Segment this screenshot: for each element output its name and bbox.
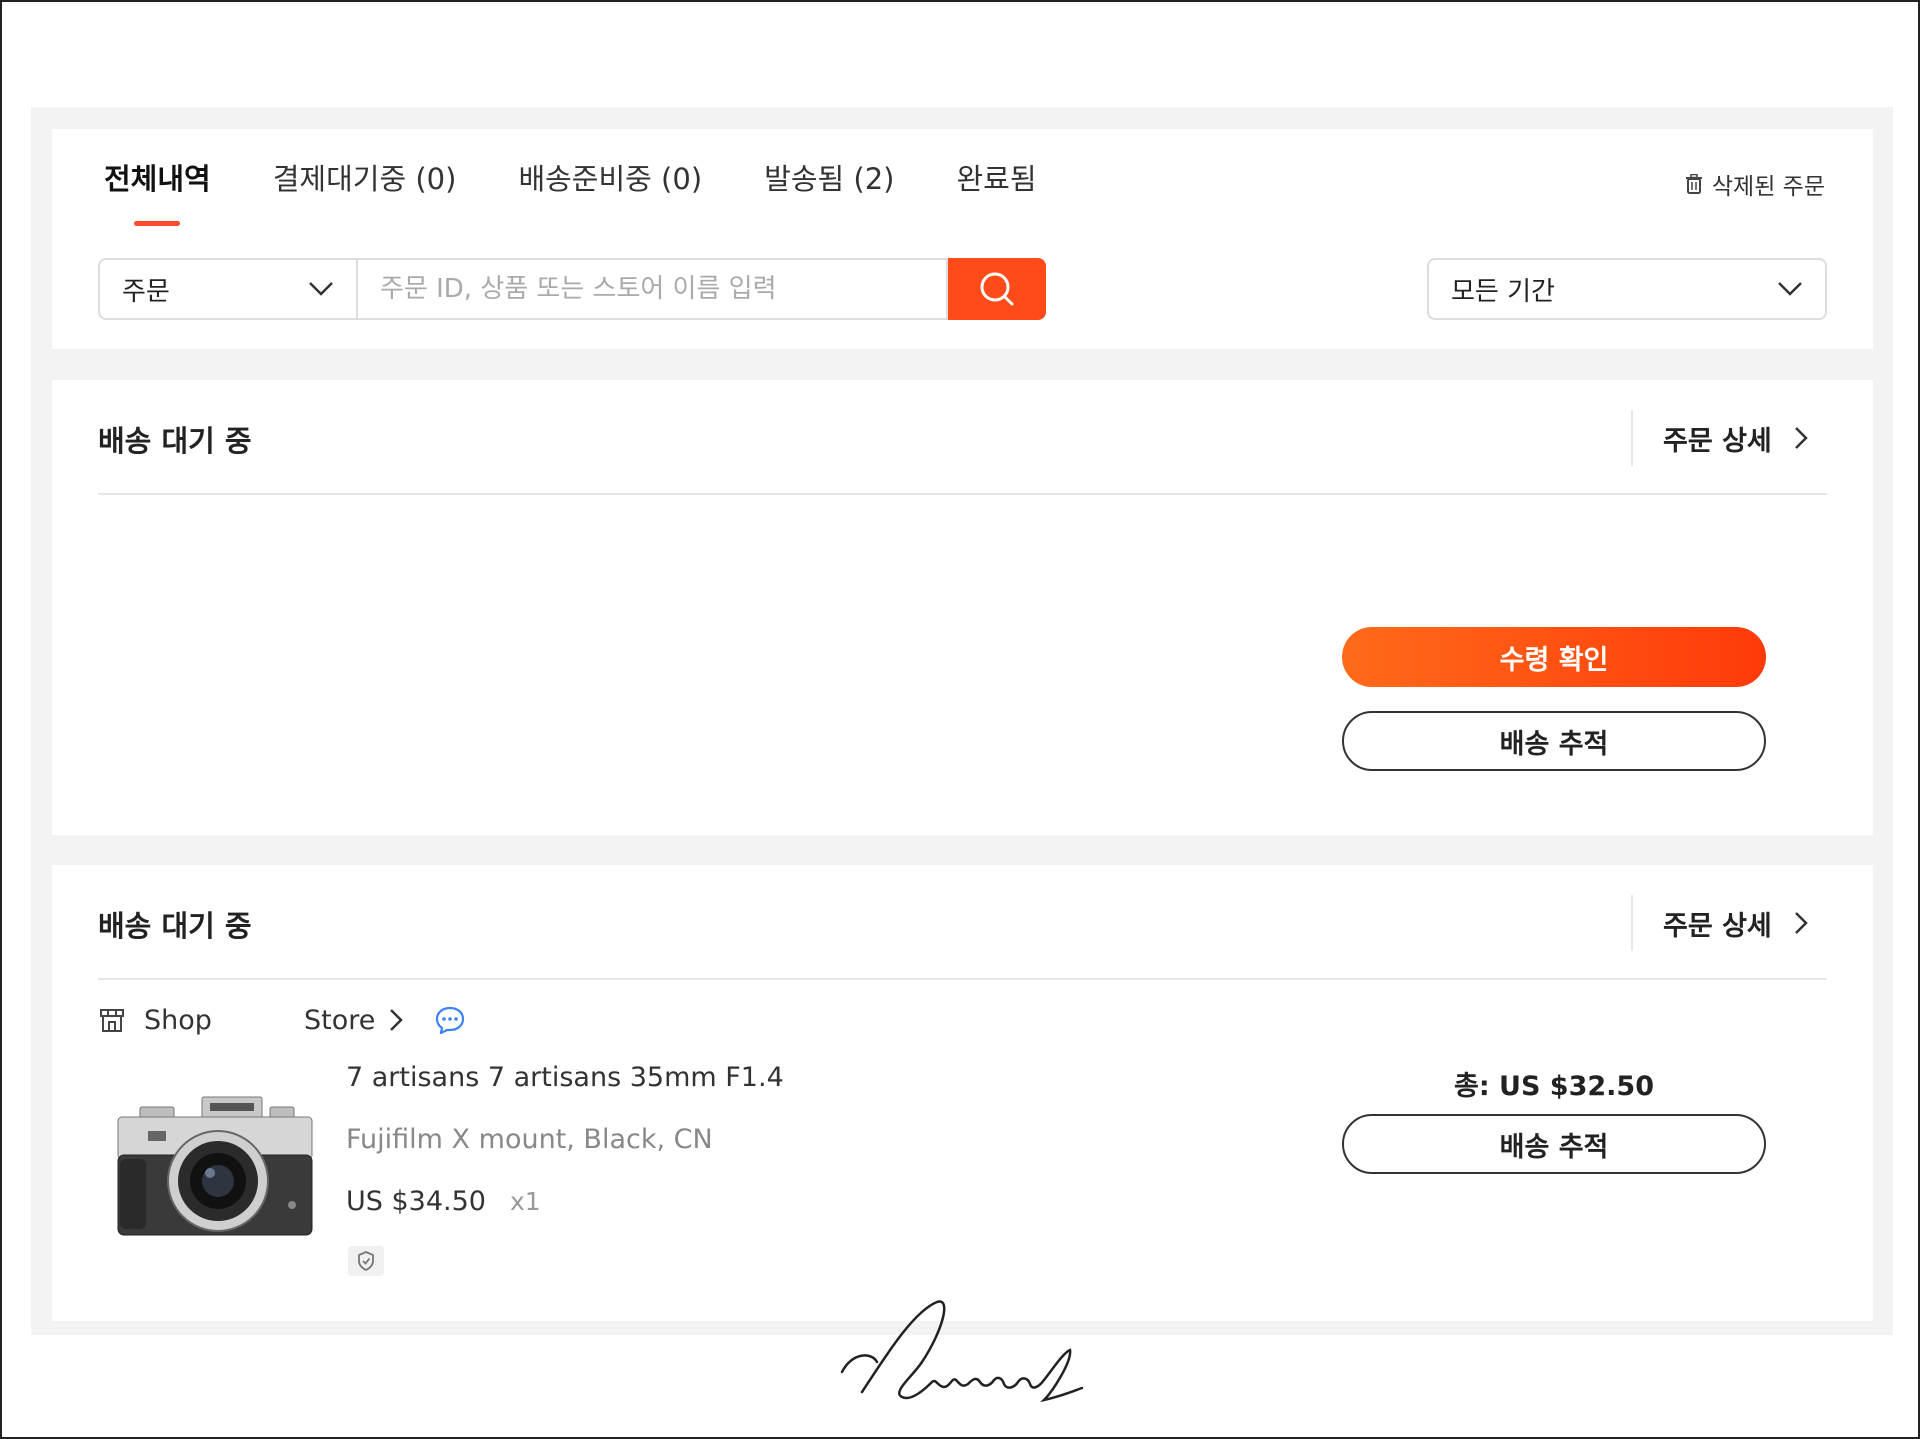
product-price-row: US $34.50 x1 xyxy=(346,1186,541,1217)
confirm-receipt-button[interactable]: 수령 확인 xyxy=(1342,627,1766,687)
store-label: Store xyxy=(304,1004,376,1036)
tab-awaiting-payment[interactable]: 결제대기중 (0) xyxy=(273,159,457,219)
signature-watermark xyxy=(832,1292,1092,1422)
tab-shipped[interactable]: 발송됨 (2) xyxy=(764,159,894,219)
chevron-down-icon xyxy=(308,281,334,297)
tab-preparing-shipment[interactable]: 배송준비중 (0) xyxy=(518,159,702,219)
search-type-value: 주문 xyxy=(122,276,170,307)
order-status: 배송 대기 중 xyxy=(98,424,252,458)
shop-row: Shop Store xyxy=(98,1000,465,1040)
product-quantity: x1 xyxy=(509,1187,541,1216)
order-header: 배송 대기 중 주문 상세 xyxy=(98,380,1827,495)
track-shipment-button[interactable]: 배송 추적 xyxy=(1342,711,1766,771)
search-icon xyxy=(978,270,1016,308)
product-variant: Fujifilm X mount, Black, CN xyxy=(346,1124,713,1155)
search-bar: 주문 xyxy=(98,258,1046,320)
order-card: 배송 대기 중 주문 상세 수령 확인 배송 추적 xyxy=(52,380,1873,835)
order-detail-link[interactable]: 주문 상세 xyxy=(1631,410,1827,466)
product-price: US $34.50 xyxy=(346,1186,486,1217)
shop-label: Shop xyxy=(144,1004,212,1036)
screenshot-frame: 전체내역 결제대기중 (0) 배송준비중 (0) 발송됨 (2) 완료됨 삭제된… xyxy=(0,0,1920,1439)
store-link[interactable]: Store xyxy=(304,1004,404,1036)
chevron-right-icon xyxy=(1794,911,1808,935)
order-detail-label: 주문 상세 xyxy=(1663,910,1772,942)
search-input[interactable] xyxy=(356,258,948,320)
chat-icon[interactable] xyxy=(435,1006,465,1034)
store-icon xyxy=(98,1006,126,1034)
filter-card: 전체내역 결제대기중 (0) 배송준비중 (0) 발송됨 (2) 완료됨 삭제된… xyxy=(52,129,1873,349)
order-card: 배송 대기 중 주문 상세 Shop Store 7 artisans 7 ar… xyxy=(52,865,1873,1321)
period-value: 모든 기간 xyxy=(1451,276,1555,307)
order-total: 총: US $32.50 xyxy=(1454,1071,1654,1102)
deleted-orders-label: 삭제된 주문 xyxy=(1711,174,1825,200)
search-button[interactable] xyxy=(948,258,1046,320)
deleted-orders-link[interactable]: 삭제된 주문 xyxy=(1685,167,1825,201)
order-tabs: 전체내역 결제대기중 (0) 배송준비중 (0) 발송됨 (2) 완료됨 xyxy=(104,159,1099,219)
product-image[interactable] xyxy=(110,1095,320,1243)
trash-icon xyxy=(1685,174,1702,194)
chevron-right-icon xyxy=(1794,426,1808,450)
period-dropdown[interactable]: 모든 기간 xyxy=(1427,258,1827,320)
product-title[interactable]: 7 artisans 7 artisans 35mm F1.4 xyxy=(346,1062,784,1093)
chevron-right-icon xyxy=(389,1008,404,1032)
chevron-down-icon xyxy=(1777,281,1803,297)
order-detail-link[interactable]: 주문 상세 xyxy=(1631,895,1827,951)
track-shipment-button[interactable]: 배송 추적 xyxy=(1342,1114,1766,1174)
order-detail-label: 주문 상세 xyxy=(1663,425,1772,457)
shield-icon xyxy=(348,1246,384,1276)
order-status: 배송 대기 중 xyxy=(98,909,252,943)
search-type-dropdown[interactable]: 주문 xyxy=(98,258,356,320)
order-header: 배송 대기 중 주문 상세 xyxy=(98,865,1827,980)
tab-completed[interactable]: 완료됨 xyxy=(956,159,1036,219)
tab-all[interactable]: 전체내역 xyxy=(104,159,211,219)
